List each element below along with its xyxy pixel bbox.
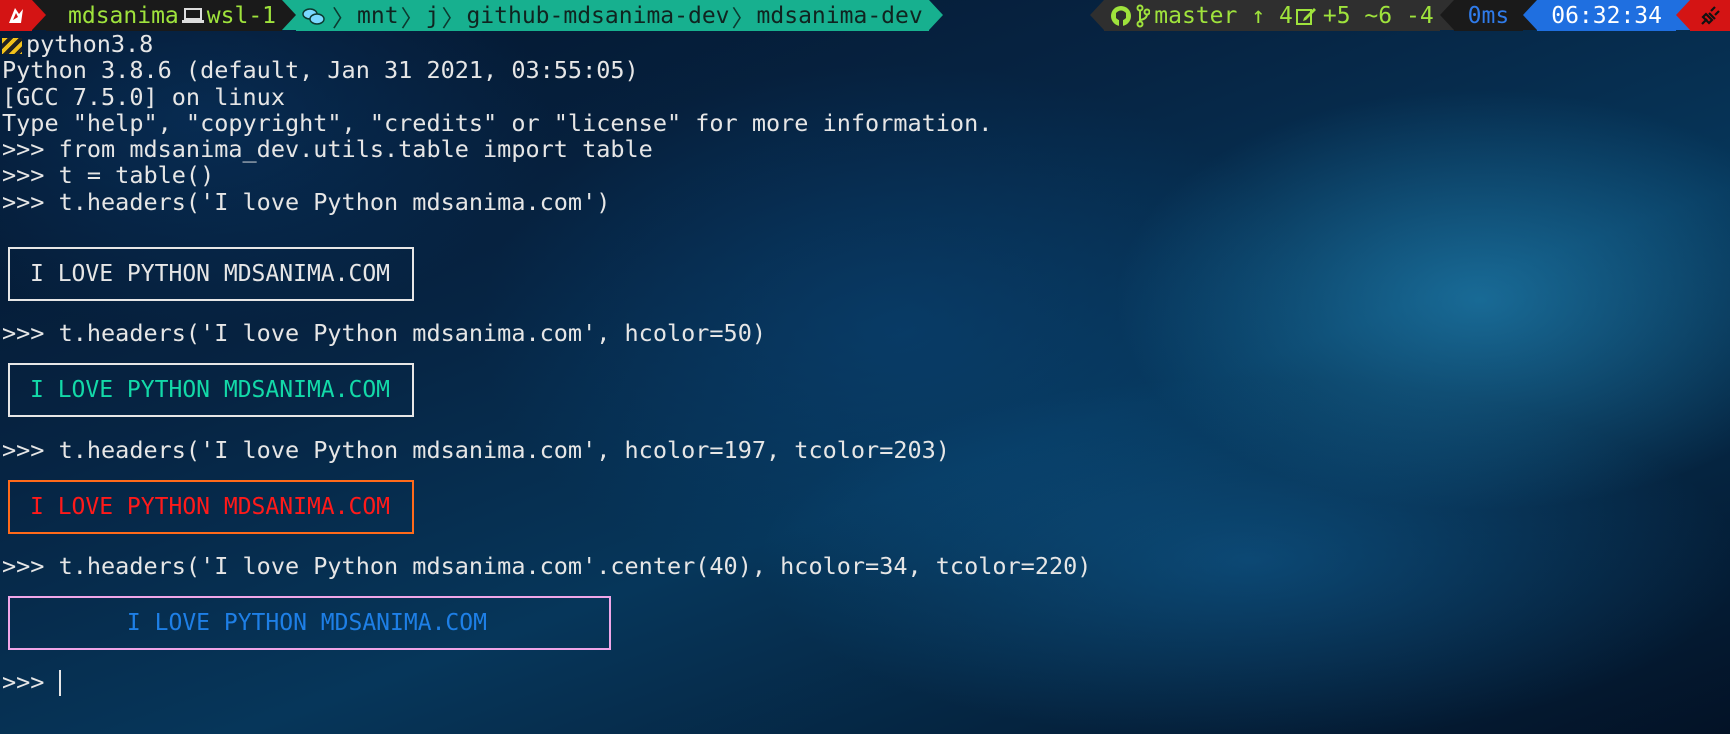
header-table-output: I LOVE PYTHON MDSANIMA.COM — [8, 596, 611, 650]
text-cursor — [58, 670, 61, 696]
banner-line: [GCC 7.5.0] on linux — [2, 82, 285, 111]
laptop-icon — [181, 7, 204, 25]
segment-separator — [928, 0, 943, 30]
repl-prompt: >>> — [2, 668, 59, 696]
git-branch-name: master — [1154, 2, 1238, 29]
segment-separator — [1439, 0, 1454, 30]
command-line: >>> t.headers('I love Python mdsanima.co… — [2, 436, 950, 464]
path-separator-icon: 〉 — [400, 5, 424, 32]
venv-name: python3.8 — [26, 30, 154, 58]
header-table-output: I LOVE PYTHON MDSANIMA.COM — [8, 247, 414, 301]
segment-separator — [1676, 0, 1690, 30]
banner-line: Type "help", "copyright", "credits" or "… — [2, 108, 993, 137]
command-line: >>> from mdsanima_dev.utils.table import… — [2, 135, 653, 164]
command-line: >>> t.headers('I love Python mdsanima.co… — [2, 552, 1092, 580]
path-part: mdsanima-dev — [756, 2, 923, 29]
command-line: >>> t = table() — [2, 161, 215, 190]
header-table-text: I LOVE PYTHON MDSANIMA.COM — [30, 494, 391, 520]
python-venv-icon — [2, 38, 22, 54]
segment-separator — [282, 0, 297, 30]
hostname: wsl-1 — [206, 2, 277, 29]
command-line: >>> t.headers('I love Python mdsanima.co… — [2, 187, 611, 216]
segment-separator — [1523, 0, 1538, 30]
debian-logo-icon — [0, 0, 32, 31]
header-table-text: I LOVE PYTHON MDSANIMA.COM — [30, 377, 391, 403]
edit-icon — [1295, 5, 1317, 27]
git-branch-icon — [1136, 4, 1151, 28]
command-line: >>> t.headers('I love Python mdsanima.co… — [2, 319, 767, 347]
path-separator-icon: 〉 — [332, 5, 356, 32]
venv-line: python3.8 — [2, 31, 1722, 57]
path-segment: 〉 mnt 〉 j 〉 github-mdsanima-dev 〉 mdsani… — [296, 0, 929, 32]
user-host-segment: mdsanima wsl-1 — [46, 0, 283, 31]
folder-icon — [302, 6, 326, 26]
header-table-output: I LOVE PYTHON MDSANIMA.COM — [8, 363, 414, 417]
exec-time-segment: 0ms — [1453, 0, 1524, 31]
banner-line: Python 3.8.6 (default, Jan 31 2021, 03:5… — [2, 56, 639, 85]
header-table-text: I LOVE PYTHON MDSANIMA.COM — [30, 261, 391, 287]
input-prompt-line[interactable]: >>> — [2, 668, 61, 696]
segment-separator — [32, 0, 46, 30]
clock-segment: 06:32:34 — [1537, 0, 1676, 31]
git-ahead-count: ↑ 4 — [1251, 2, 1293, 29]
github-icon — [1110, 5, 1132, 27]
header-table-text: I LOVE PYTHON MDSANIMA.COM — [30, 610, 487, 636]
header-table-output: I LOVE PYTHON MDSANIMA.COM — [8, 480, 414, 534]
path-separator-icon: 〉 — [731, 5, 755, 32]
exec-time: 0ms — [1467, 2, 1510, 29]
segment-separator — [1090, 0, 1105, 30]
git-segment: master ↑ 4 +5 ~6 -4 — [1104, 0, 1440, 31]
path-separator-icon: 〉 — [441, 5, 465, 32]
clock-time: 06:32:34 — [1551, 2, 1662, 29]
plug-icon — [1690, 0, 1730, 31]
path-part: mnt — [357, 2, 399, 29]
path-part: github-mdsanima-dev — [466, 2, 730, 29]
prompt-bar: mdsanima wsl-1 〉 mnt 〉 j 〉 github-mdsani… — [0, 0, 1730, 32]
git-changes: +5 ~6 -4 — [1322, 2, 1434, 29]
path-part: j — [425, 2, 440, 29]
username: mdsanima — [68, 2, 179, 29]
terminal-output: python3.8 Python 3.8.6 (default, Jan 31 … — [2, 31, 1722, 215]
